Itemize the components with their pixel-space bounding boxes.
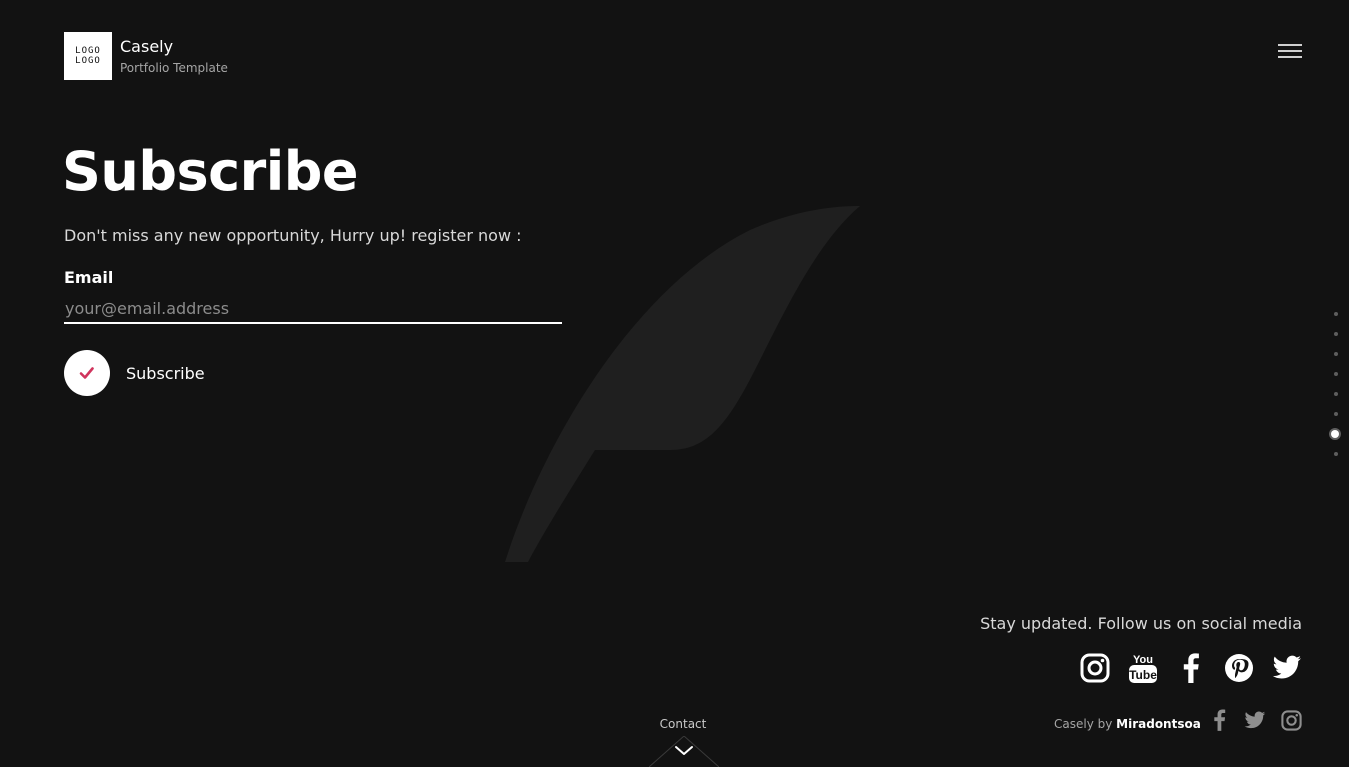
brand-subtitle: Portfolio Template bbox=[120, 61, 228, 75]
subscribe-circle[interactable] bbox=[64, 350, 110, 396]
logo-text-bottom: LOGO bbox=[75, 56, 101, 66]
credit-author[interactable]: Miradontsoa bbox=[1116, 717, 1201, 731]
checkmark-icon bbox=[79, 367, 94, 379]
footer-social-links bbox=[1208, 708, 1302, 732]
facebook-icon[interactable] bbox=[1176, 652, 1206, 684]
section-dot-active[interactable] bbox=[1331, 430, 1339, 438]
social-links: You Tube bbox=[1080, 652, 1302, 684]
youtube-icon[interactable]: You Tube bbox=[1128, 652, 1158, 684]
pinterest-icon[interactable] bbox=[1224, 652, 1254, 684]
instagram-icon[interactable] bbox=[1280, 708, 1302, 732]
email-label: Email bbox=[64, 268, 114, 287]
logo-text-top: LOGO bbox=[75, 46, 101, 56]
section-dot[interactable] bbox=[1334, 372, 1338, 376]
page-title: Subscribe bbox=[62, 140, 359, 203]
follow-text: Stay updated. Follow us on social media bbox=[980, 614, 1302, 633]
subscribe-label: Subscribe bbox=[126, 363, 205, 383]
section-dot[interactable] bbox=[1334, 392, 1338, 396]
section-dot[interactable] bbox=[1334, 352, 1338, 356]
twitter-icon[interactable] bbox=[1272, 652, 1302, 684]
logo[interactable]: LOGO LOGO bbox=[64, 32, 112, 80]
section-dot[interactable] bbox=[1334, 312, 1338, 316]
section-dot[interactable] bbox=[1334, 332, 1338, 336]
instagram-icon[interactable] bbox=[1080, 652, 1110, 684]
brand-name[interactable]: Casely bbox=[120, 37, 173, 56]
twitter-icon[interactable] bbox=[1244, 708, 1266, 732]
section-dot[interactable] bbox=[1334, 452, 1338, 456]
contact-label[interactable]: Contact bbox=[640, 717, 726, 731]
subscribe-button[interactable]: Subscribe bbox=[64, 350, 205, 396]
credit-text: Casely by Miradontsoa bbox=[1054, 717, 1201, 731]
section-dot[interactable] bbox=[1334, 412, 1338, 416]
contact-nav-button[interactable] bbox=[649, 736, 719, 767]
svg-text:Tube: Tube bbox=[1129, 668, 1157, 682]
background-leaf-shape bbox=[505, 206, 860, 562]
svg-text:You: You bbox=[1133, 654, 1153, 666]
page-subtitle: Don't miss any new opportunity, Hurry up… bbox=[64, 226, 522, 245]
credit-prefix: Casely by bbox=[1054, 717, 1117, 731]
hamburger-icon[interactable] bbox=[1278, 44, 1302, 60]
facebook-icon[interactable] bbox=[1208, 708, 1230, 732]
chevron-down-icon bbox=[675, 746, 693, 755]
email-field[interactable] bbox=[64, 298, 562, 324]
